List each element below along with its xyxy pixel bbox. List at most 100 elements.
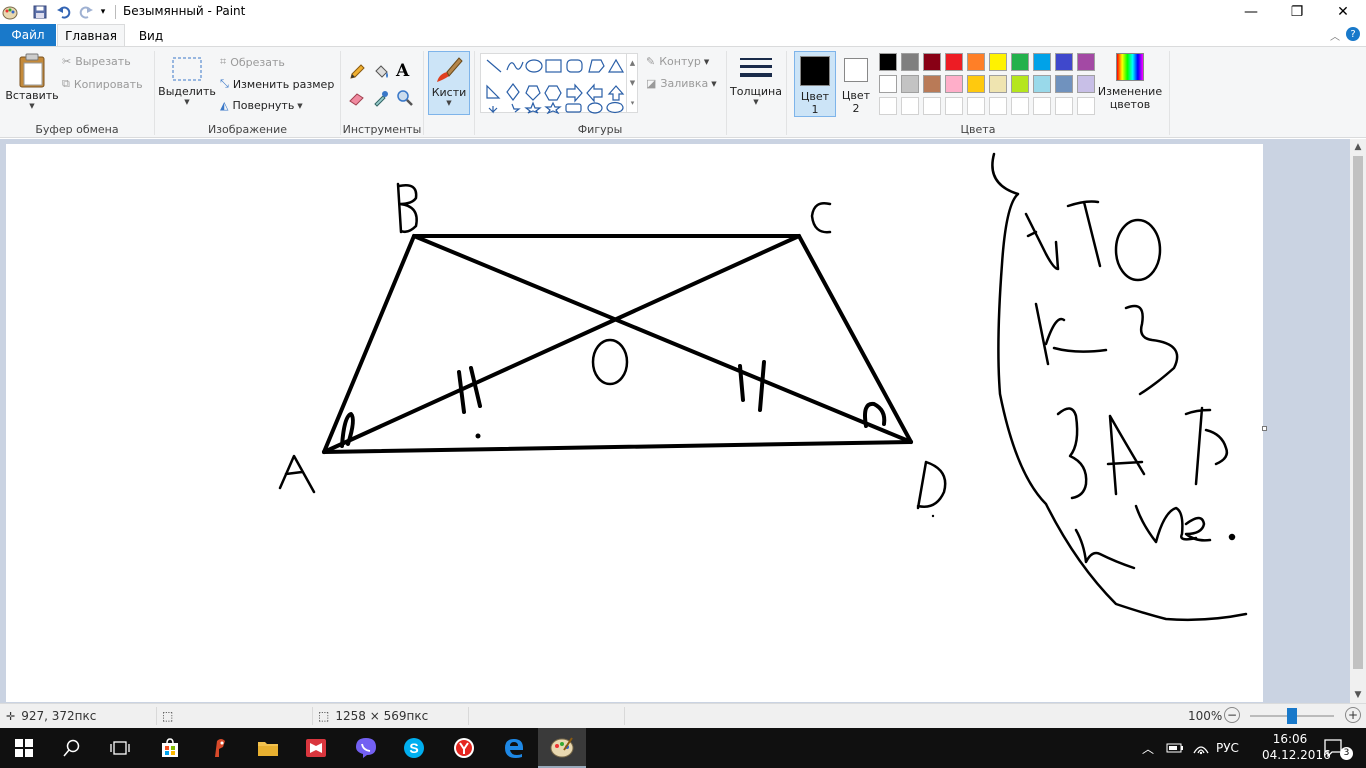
custom-color-slot[interactable] — [989, 97, 1007, 115]
palette-swatch[interactable] — [901, 53, 919, 71]
show-hidden-icons-chevron-icon[interactable]: ︿ — [1142, 728, 1154, 768]
status-divider — [468, 707, 469, 725]
size-button[interactable]: Толщина ▼ — [730, 55, 782, 106]
shapes-gallery-icons[interactable] — [481, 54, 639, 115]
palette-swatch[interactable] — [879, 53, 897, 71]
outline-button[interactable]: ✎ Контур ▼ — [646, 55, 709, 68]
clock[interactable]: 16:06 04.12.2016 — [1262, 731, 1331, 763]
zoom-slider-thumb[interactable] — [1287, 708, 1297, 724]
clipboard-group-label: Буфер обмена — [35, 123, 119, 136]
battery-icon[interactable] — [1166, 728, 1184, 768]
text-tool-icon[interactable]: A — [396, 61, 414, 81]
palette-swatch[interactable] — [945, 53, 963, 71]
drawing-canvas[interactable] — [6, 144, 1263, 702]
palette-swatch[interactable] — [989, 75, 1007, 93]
custom-color-slot[interactable] — [1077, 97, 1095, 115]
collapse-ribbon-chevron-icon[interactable]: ︿ — [1330, 28, 1340, 43]
eraser-icon[interactable] — [348, 89, 366, 107]
paste-button[interactable]: Вставить ▼ — [4, 53, 60, 110]
edit-colors-button[interactable]: Изменение цветов — [1098, 53, 1162, 111]
app-parrot-icon[interactable] — [196, 728, 244, 768]
resize-button[interactable]: ⤡ Изменить размер — [220, 77, 334, 91]
task-view-icon[interactable] — [96, 728, 144, 768]
scroll-down-icon[interactable]: ▼ — [1350, 687, 1366, 703]
start-button[interactable] — [0, 728, 48, 768]
paint-taskbar-icon[interactable] — [538, 728, 586, 768]
search-icon[interactable] — [48, 728, 96, 768]
custom-color-slot[interactable] — [879, 97, 897, 115]
zoom-in-button[interactable]: + — [1345, 707, 1361, 723]
ribbon-tabs: Файл Главная Вид ︿ ? — [0, 24, 1366, 47]
tab-home[interactable]: Главная — [57, 24, 125, 47]
palette-swatch[interactable] — [1077, 75, 1095, 93]
magnifier-icon[interactable] — [396, 89, 414, 107]
custom-color-slot[interactable] — [1055, 97, 1073, 115]
store-icon[interactable] — [146, 728, 194, 768]
palette-swatch[interactable] — [989, 53, 1007, 71]
palette-swatch[interactable] — [1033, 75, 1051, 93]
language-indicator[interactable]: РУС — [1216, 728, 1239, 768]
zoom-out-button[interactable]: − — [1224, 707, 1240, 723]
palette-swatch[interactable] — [923, 53, 941, 71]
copy-label: Копировать — [73, 77, 143, 91]
undo-icon[interactable] — [54, 3, 74, 21]
customize-toolbar-chevron-icon[interactable]: ▾ — [97, 3, 109, 21]
fill-button[interactable]: ◪ Заливка ▼ — [646, 77, 717, 90]
file-explorer-icon[interactable] — [244, 728, 292, 768]
resize-icon: ⤡ — [220, 77, 229, 90]
save-icon[interactable] — [30, 3, 50, 21]
edge-icon[interactable] — [490, 728, 538, 768]
palette-swatch[interactable] — [967, 53, 985, 71]
vertical-scrollbar[interactable]: ▲ ▼ — [1350, 139, 1366, 703]
paint-app-icon[interactable] — [2, 3, 18, 21]
custom-color-slot[interactable] — [1033, 97, 1051, 115]
close-button[interactable]: ✕ — [1320, 0, 1366, 24]
palette-swatch[interactable] — [1055, 75, 1073, 93]
palette-swatch[interactable] — [923, 75, 941, 93]
pencil-icon[interactable] — [348, 63, 366, 81]
custom-color-slot[interactable] — [1011, 97, 1029, 115]
help-icon[interactable]: ? — [1346, 27, 1360, 41]
palette-swatch[interactable] — [1055, 53, 1073, 71]
rotate-button[interactable]: ◭ Повернуть ▼ — [220, 99, 303, 112]
skype-icon[interactable]: S — [390, 728, 438, 768]
color1-button[interactable]: Цвет 1 — [794, 51, 836, 117]
select-button[interactable]: Выделить ▼ — [158, 55, 216, 106]
scrollbar-thumb[interactable] — [1353, 156, 1363, 669]
minimize-button[interactable]: — — [1228, 0, 1274, 24]
color-picker-icon[interactable] — [372, 89, 390, 107]
scroll-up-icon[interactable]: ▲ — [1350, 139, 1366, 155]
ribbon: Вставить ▼ ✂ Вырезать ⧉ Копировать Буфер… — [0, 46, 1366, 138]
maximize-button[interactable]: ❐ — [1274, 0, 1320, 24]
fill-bucket-icon[interactable] — [372, 63, 390, 81]
viber-icon[interactable] — [342, 728, 390, 768]
palette-swatch[interactable] — [1011, 75, 1029, 93]
action-center-button[interactable]: 3 — [1324, 728, 1353, 768]
palette-swatch[interactable] — [1077, 53, 1095, 71]
palette-swatch[interactable] — [945, 75, 963, 93]
palette-swatch[interactable] — [1011, 53, 1029, 71]
custom-color-slot[interactable] — [967, 97, 985, 115]
color2-button[interactable]: Цвет 2 — [838, 51, 874, 117]
rotate-label: Повернуть — [232, 99, 295, 112]
shapes-scroll[interactable]: ▲ ▼ ▾ — [626, 53, 638, 113]
redo-icon[interactable] — [76, 3, 96, 21]
media-app-icon[interactable] — [292, 728, 340, 768]
canvas-resize-handle-right[interactable] — [1262, 426, 1267, 431]
wifi-icon[interactable] — [1192, 728, 1210, 768]
brushes-button[interactable]: Кисти ▼ — [428, 51, 470, 115]
tools-group-label: Инструменты — [342, 123, 422, 136]
copy-button[interactable]: ⧉ Копировать — [62, 77, 143, 91]
yandex-browser-icon[interactable] — [440, 728, 488, 768]
palette-swatch[interactable] — [967, 75, 985, 93]
crop-button[interactable]: ⌗ Обрезать — [220, 55, 285, 69]
palette-swatch[interactable] — [901, 75, 919, 93]
palette-swatch[interactable] — [879, 75, 897, 93]
custom-color-slot[interactable] — [945, 97, 963, 115]
tab-view[interactable]: Вид — [130, 24, 172, 47]
cut-button[interactable]: ✂ Вырезать — [62, 55, 131, 68]
palette-swatch[interactable] — [1033, 53, 1051, 71]
custom-color-slot[interactable] — [923, 97, 941, 115]
custom-color-slot[interactable] — [901, 97, 919, 115]
tab-file[interactable]: Файл — [0, 24, 56, 46]
